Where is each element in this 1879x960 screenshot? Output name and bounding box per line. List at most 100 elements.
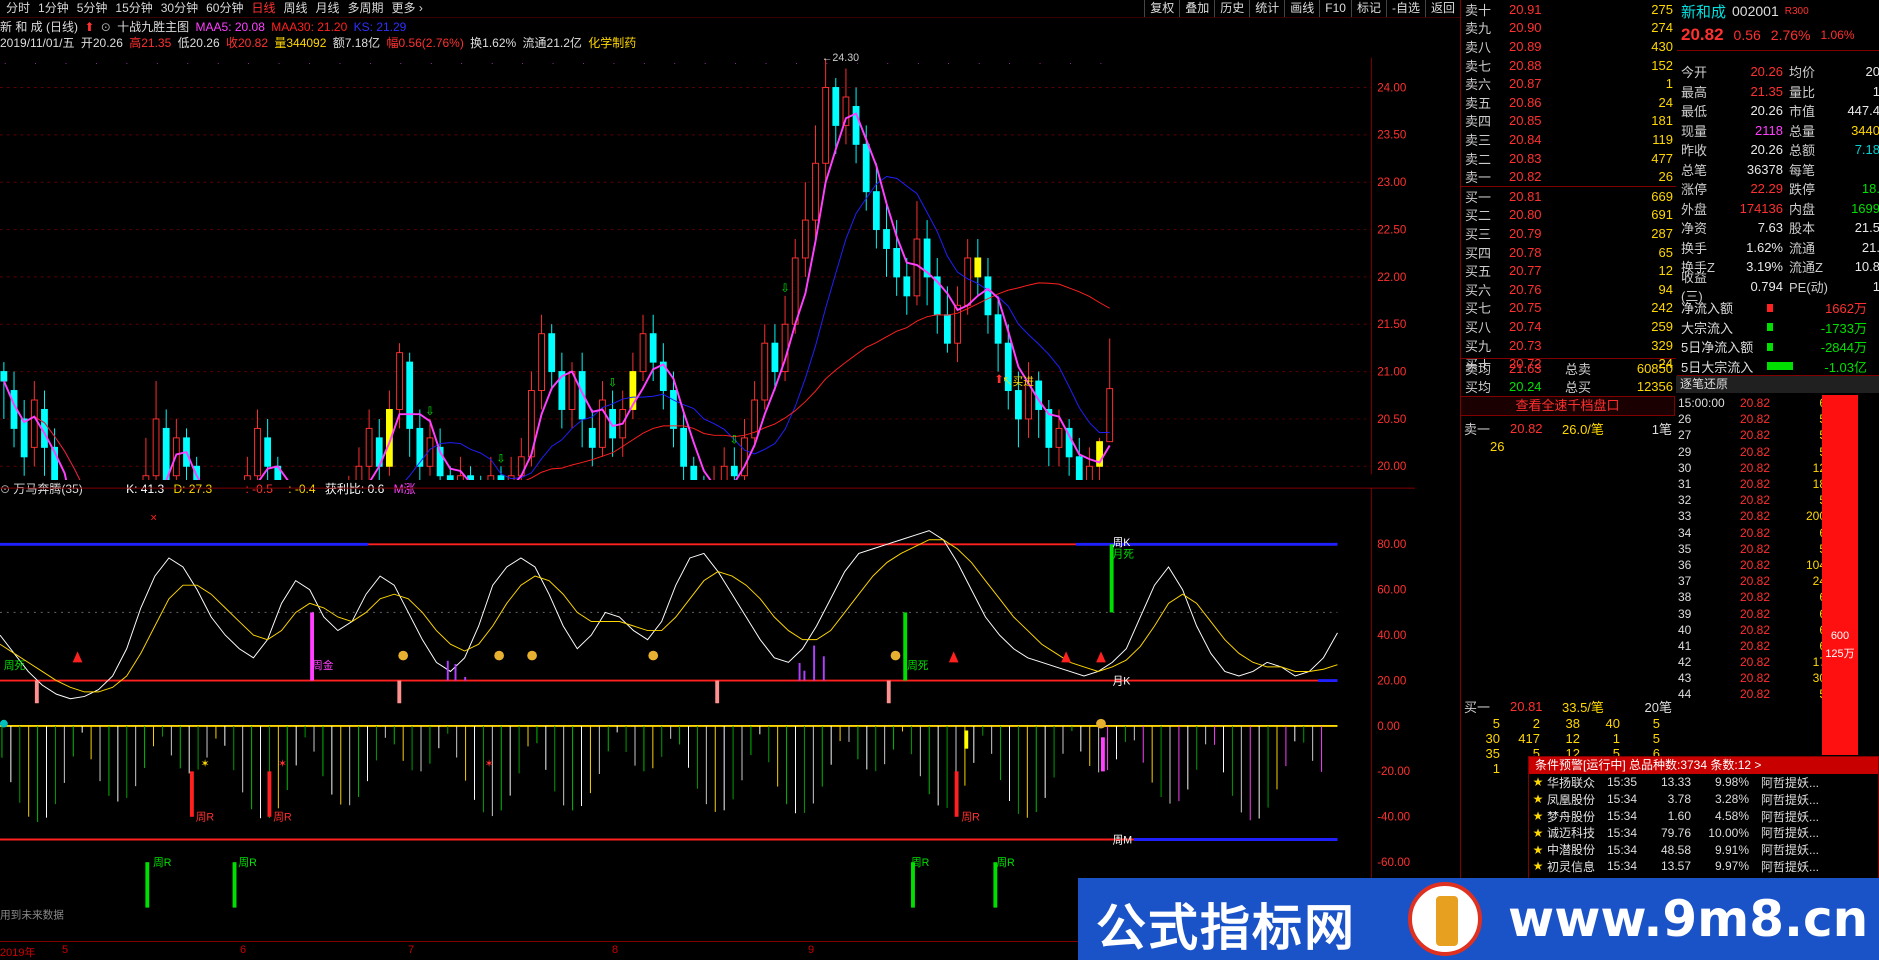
template-name[interactable]: 十战九胜主图 — [117, 20, 189, 34]
alert-row[interactable]: ★ 梦舟股份 15:34 1.60 4.58% 阿哲提妖... — [1529, 808, 1878, 825]
candle[interactable] — [843, 69, 849, 145]
period-tab[interactable]: 30分钟 — [157, 0, 202, 17]
tool-button[interactable]: 画线 — [1284, 0, 1319, 17]
candle[interactable] — [508, 457, 514, 480]
candlestick-chart[interactable]: 24.00 23.50 23.00 22.50 22.00 21.50 21.00 20.50… — [0, 52, 1415, 480]
candle[interactable] — [660, 343, 666, 409]
candle[interactable] — [1, 362, 7, 419]
candle[interactable] — [386, 391, 392, 476]
candle[interactable] — [731, 447, 737, 480]
candle[interactable] — [143, 438, 149, 480]
buy_orders-row[interactable]: 买四 20.78 65 — [1461, 243, 1676, 262]
candle[interactable] — [173, 419, 179, 480]
sell_orders-row[interactable]: 卖一 20.82 26 — [1461, 167, 1676, 186]
period-tab[interactable]: 月线 — [312, 0, 344, 17]
candle[interactable] — [975, 239, 981, 296]
period-tab[interactable]: 多周期 — [344, 0, 388, 17]
candle[interactable] — [539, 315, 545, 410]
period-tab[interactable]: 15分钟 — [111, 0, 156, 17]
alert-row[interactable]: ★ 初灵信息 15:34 13.57 9.97% 阿哲提妖... — [1529, 858, 1878, 875]
candle[interactable] — [1087, 447, 1093, 480]
buy_orders-row[interactable]: 买七 20.75 242 — [1461, 299, 1676, 318]
candle[interactable] — [1076, 438, 1082, 480]
candle[interactable] — [762, 324, 768, 409]
trade-list[interactable]: 15:00:0020.8262620.8252720.8252920.82530… — [1676, 395, 1826, 703]
period-tab[interactable]: 日线 — [247, 0, 279, 17]
full-queue-button[interactable]: 查看全速千档盘口 — [1460, 396, 1675, 416]
tool-button[interactable]: F10 — [1319, 0, 1351, 17]
candle[interactable] — [366, 409, 372, 480]
period-tab[interactable]: 周线 — [279, 0, 311, 17]
candle[interactable] — [478, 476, 484, 480]
sell_orders-row[interactable]: 卖六 20.87 1 — [1461, 74, 1676, 93]
sell_orders-row[interactable]: 卖三 20.84 119 — [1461, 130, 1676, 149]
candle[interactable] — [782, 296, 788, 381]
sell_orders-row[interactable]: 卖四 20.85 181 — [1461, 112, 1676, 131]
sell_orders-row[interactable]: 卖五 20.86 24 — [1461, 93, 1676, 112]
sell_orders-row[interactable]: 卖八 20.89 430 — [1461, 37, 1676, 56]
candle[interactable] — [244, 457, 250, 480]
candle[interactable] — [407, 353, 413, 457]
candle[interactable] — [1066, 419, 1072, 476]
candle[interactable] — [1107, 338, 1113, 441]
tool-button[interactable]: 历史 — [1214, 0, 1249, 17]
candle[interactable] — [346, 476, 352, 480]
candle[interactable] — [924, 220, 930, 305]
tool-button[interactable]: 叠加 — [1179, 0, 1214, 17]
sell_orders-row[interactable]: 卖九 20.90 274 — [1461, 19, 1676, 38]
sell_orders-row[interactable]: 卖二 20.83 477 — [1461, 149, 1676, 168]
candle[interactable] — [163, 409, 169, 480]
sell_orders-row[interactable]: 卖七 20.88 152 — [1461, 56, 1676, 75]
candle[interactable] — [600, 381, 606, 457]
candle[interactable] — [417, 409, 423, 480]
candle[interactable] — [153, 381, 159, 480]
period-tab[interactable]: 60分钟 — [202, 0, 247, 17]
tool-button[interactable]: 标记 — [1351, 0, 1386, 17]
candle[interactable] — [802, 182, 808, 277]
candle[interactable] — [853, 88, 859, 164]
candle[interactable] — [31, 381, 37, 466]
candle[interactable] — [934, 258, 940, 334]
alert-row[interactable]: ★ 华扬联众 15:35 13.33 9.98% 阿哲提妖... — [1529, 774, 1878, 791]
candle[interactable] — [468, 466, 474, 480]
template-dropdown-icon[interactable]: ⊙ — [101, 20, 111, 34]
tool-button[interactable]: 复权 — [1144, 0, 1179, 17]
candle[interactable] — [1036, 372, 1042, 438]
candle[interactable] — [914, 201, 920, 305]
period-tab[interactable]: 更多 › — [388, 0, 427, 17]
candle[interactable] — [985, 258, 991, 334]
candle[interactable] — [721, 447, 727, 480]
buy_orders-row[interactable]: 买一 20.81 669 — [1461, 187, 1676, 206]
candle[interactable] — [955, 286, 961, 362]
buy_orders-row[interactable]: 买二 20.80 691 — [1461, 206, 1676, 225]
tool-button[interactable]: 统计 — [1249, 0, 1284, 17]
tool-button[interactable]: -自选 — [1386, 0, 1425, 17]
candle[interactable] — [549, 324, 555, 390]
buy_orders-row[interactable]: 买三 20.79 287 — [1461, 224, 1676, 243]
candle[interactable] — [711, 466, 717, 480]
candle[interactable] — [458, 457, 464, 480]
alert-row[interactable]: ★ 凤凰股份 15:34 3.78 3.28% 阿哲提妖... — [1529, 791, 1878, 808]
alert-row[interactable]: ★ 诚迈科技 15:34 79.76 10.00% 阿哲提妖... — [1529, 824, 1878, 841]
candle[interactable] — [904, 258, 910, 315]
alert-row[interactable]: ★ 中潜股份 15:34 48.58 9.91% 阿哲提妖... — [1529, 841, 1878, 858]
buy_orders-row[interactable]: 买六 20.76 94 — [1461, 280, 1676, 299]
candle[interactable] — [356, 447, 362, 480]
buy_orders-row[interactable]: 买八 20.74 259 — [1461, 317, 1676, 336]
candle[interactable] — [21, 400, 27, 476]
buy_orders-row[interactable]: 买五 20.77 12 — [1461, 261, 1676, 280]
indicator-chart[interactable]: 80.00 60.00 40.00 20.00 0.00 -20.00 -40.00 -60.… — [0, 482, 1415, 940]
sell_orders-row[interactable]: 卖十 20.91 275 — [1461, 0, 1676, 19]
buy_orders-row[interactable]: 买九 20.73 329 — [1461, 336, 1676, 355]
tool-button[interactable]: 返回 — [1425, 0, 1460, 17]
candle[interactable] — [701, 476, 707, 480]
period-tab[interactable]: 5分钟 — [73, 0, 112, 17]
period-tab[interactable]: 1分钟 — [34, 0, 73, 17]
candle[interactable] — [691, 457, 697, 480]
candle[interactable] — [579, 353, 585, 448]
period-tab[interactable]: 分时 — [2, 0, 34, 17]
alert-title[interactable]: 条件预警[运行中] 总品种数:3734 条数:12 > — [1529, 757, 1878, 774]
candle[interactable] — [813, 125, 819, 239]
candle[interactable] — [823, 59, 829, 182]
candle[interactable] — [1026, 362, 1032, 438]
